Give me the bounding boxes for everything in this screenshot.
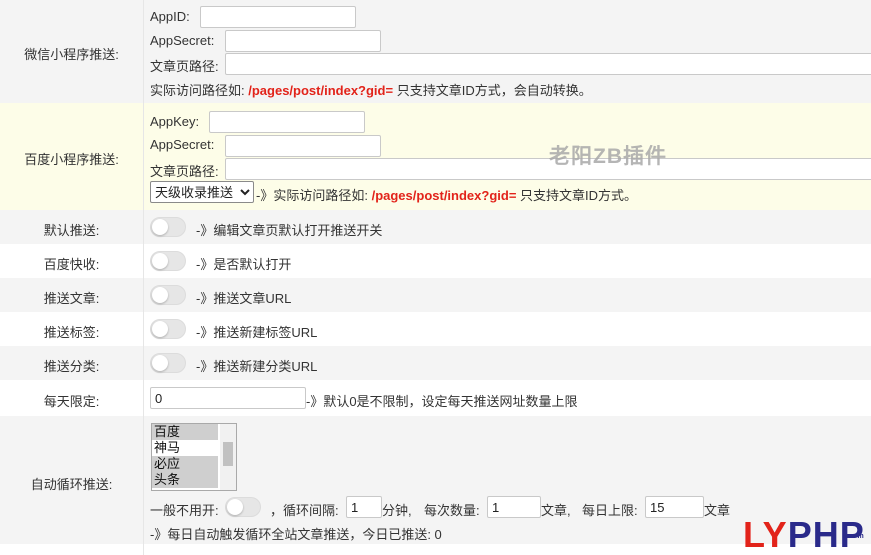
appkey-label: AppKey:: [150, 114, 200, 129]
divider: [143, 312, 144, 346]
auto-loop-row: 自动循环推送: 百度 神马 必应 头条 一般不用开: ，循环间隔: 分钟, 每次…: [0, 416, 871, 544]
divider: [143, 210, 144, 244]
push-tag-toggle[interactable]: [150, 319, 186, 339]
engine-option[interactable]: 必应: [152, 456, 218, 472]
toggle-label: 默认推送:: [43, 223, 100, 238]
hint-suffix: 只支持文章ID方式，会自动转换。: [396, 83, 592, 98]
auto-loop-toggle[interactable]: [225, 497, 261, 517]
baidu-appsecret-input[interactable]: [225, 135, 381, 157]
hint-suffix: 只支持文章ID方式。: [520, 188, 638, 203]
toggle-knob: [152, 321, 168, 337]
push-category-toggle[interactable]: [150, 353, 186, 373]
interval-input[interactable]: [346, 496, 382, 518]
baidu-article-path-input[interactable]: [225, 158, 871, 180]
wechat-appid-input[interactable]: [200, 6, 356, 28]
scrollbar-thumb[interactable]: [223, 442, 233, 466]
wechat-path-hint: 实际访问路径如: /pages/post/index?gid= 只支持文章ID方…: [150, 80, 592, 99]
appsecret-label: AppSecret:: [150, 137, 215, 152]
hint-path: /pages/post/index?gid=: [248, 83, 394, 98]
wechat-article-path-input[interactable]: [225, 53, 871, 75]
wechat-appsecret-input[interactable]: [225, 30, 381, 52]
divider: [143, 346, 144, 380]
article-path-label: 文章页路径:: [150, 59, 219, 74]
article-path-label: 文章页路径:: [150, 164, 219, 179]
daily-max-input[interactable]: [645, 496, 704, 518]
baidu-path-hint: -》实际访问路径如: /pages/post/index?gid= 只支持文章I…: [256, 185, 637, 204]
baidu-mini-push-row: 百度小程序推送: AppKey: AppSecret: 文章页路径: 天级收录推…: [0, 103, 871, 210]
default-push-toggle[interactable]: [150, 217, 186, 237]
auto-loop-label: 自动循环推送:: [30, 477, 113, 492]
daily-limit-input[interactable]: [150, 387, 306, 409]
toggle-row: 百度快收: -》是否默认打开: [0, 244, 871, 278]
hint-path: /pages/post/index?gid=: [371, 188, 517, 203]
logo-suffix: .com: [844, 533, 865, 540]
toggle-knob: [152, 253, 168, 269]
wechat-push-row: 微信小程序推送: AppID: AppSecret: 文章页路径: 实际访问路径…: [0, 0, 871, 103]
toggle-knob: [152, 219, 168, 235]
per-batch-input[interactable]: [487, 496, 541, 518]
wechat-push-label: 微信小程序推送:: [24, 47, 119, 62]
toggle-desc: -》推送新建标签URL: [196, 325, 318, 340]
baidu-appkey-input[interactable]: [209, 111, 365, 133]
daily-limit-row: 每天限定: -》默认0是不限制，设定每天推送网址数量上限: [0, 380, 871, 416]
appid-label: AppID:: [150, 9, 190, 24]
engine-option[interactable]: 神马: [152, 440, 218, 456]
interval-unit: 分钟,: [382, 503, 412, 518]
push-type-select[interactable]: 天级收录推送: [150, 181, 254, 203]
toggle-knob: [227, 499, 243, 515]
lyphp-logo: LYPHP .com: [743, 517, 865, 553]
divider: [143, 278, 144, 312]
hint-prefix: 实际访问路径如:: [150, 83, 245, 98]
daily-max-label: 每日上限:: [582, 503, 638, 518]
logo-part-ly: LY: [743, 514, 788, 555]
toggle-knob: [152, 355, 168, 371]
auto-loop-status: -》每日自动触发循环全站文章推送，今日已推送: 0: [150, 527, 442, 542]
toggle-desc: -》是否默认打开: [196, 257, 292, 272]
toggle-label: 推送标签:: [43, 325, 100, 340]
toggle-desc: -》推送文章URL: [196, 291, 292, 306]
toggle-row: 推送文章: -》推送文章URL: [0, 278, 871, 312]
toggle-desc: -》编辑文章页默认打开推送开关: [196, 223, 383, 238]
normally-off-label: 一般不用开:: [150, 503, 219, 518]
divider: [143, 416, 144, 544]
toggle-row: 默认推送: -》编辑文章页默认打开推送开关: [0, 210, 871, 244]
toggle-label: 推送分类:: [43, 359, 100, 374]
toggle-row: 推送标签: -》推送新建标签URL: [0, 312, 871, 346]
divider: [143, 103, 144, 210]
toggle-label: 推送文章:: [43, 291, 100, 306]
divider: [143, 0, 144, 103]
push-article-toggle[interactable]: [150, 285, 186, 305]
divider: [143, 544, 144, 555]
toggle-row: 推送分类: -》推送新建分类URL: [0, 346, 871, 380]
daily-max-unit: 文章: [704, 503, 731, 518]
appsecret-label: AppSecret:: [150, 33, 215, 48]
divider: [143, 380, 144, 416]
toggle-knob: [152, 287, 168, 303]
watermark-text: 老阳ZB插件: [549, 145, 667, 168]
bottom-spacer: [0, 544, 871, 555]
hint-prefix: -》实际访问路径如:: [256, 188, 368, 203]
baidu-mini-push-label: 百度小程序推送:: [24, 152, 119, 167]
baidu-fast-index-toggle[interactable]: [150, 251, 186, 271]
divider: [143, 244, 144, 278]
toggle-desc: -》推送新建分类URL: [196, 359, 318, 374]
per-batch-unit: 文章,: [541, 503, 571, 518]
per-batch-label: 每次数量:: [424, 503, 480, 518]
search-engine-listbox[interactable]: 百度 神马 必应 头条: [151, 423, 237, 491]
listbox-scrollbar[interactable]: [220, 424, 236, 490]
engine-option[interactable]: 百度: [152, 424, 218, 440]
interval-label: ，循环间隔:: [270, 503, 339, 518]
engine-option[interactable]: 头条: [152, 472, 218, 488]
toggle-label: 百度快收:: [43, 257, 100, 272]
daily-limit-label: 每天限定:: [43, 394, 100, 409]
daily-limit-desc: -》默认0是不限制，设定每天推送网址数量上限: [306, 394, 578, 409]
